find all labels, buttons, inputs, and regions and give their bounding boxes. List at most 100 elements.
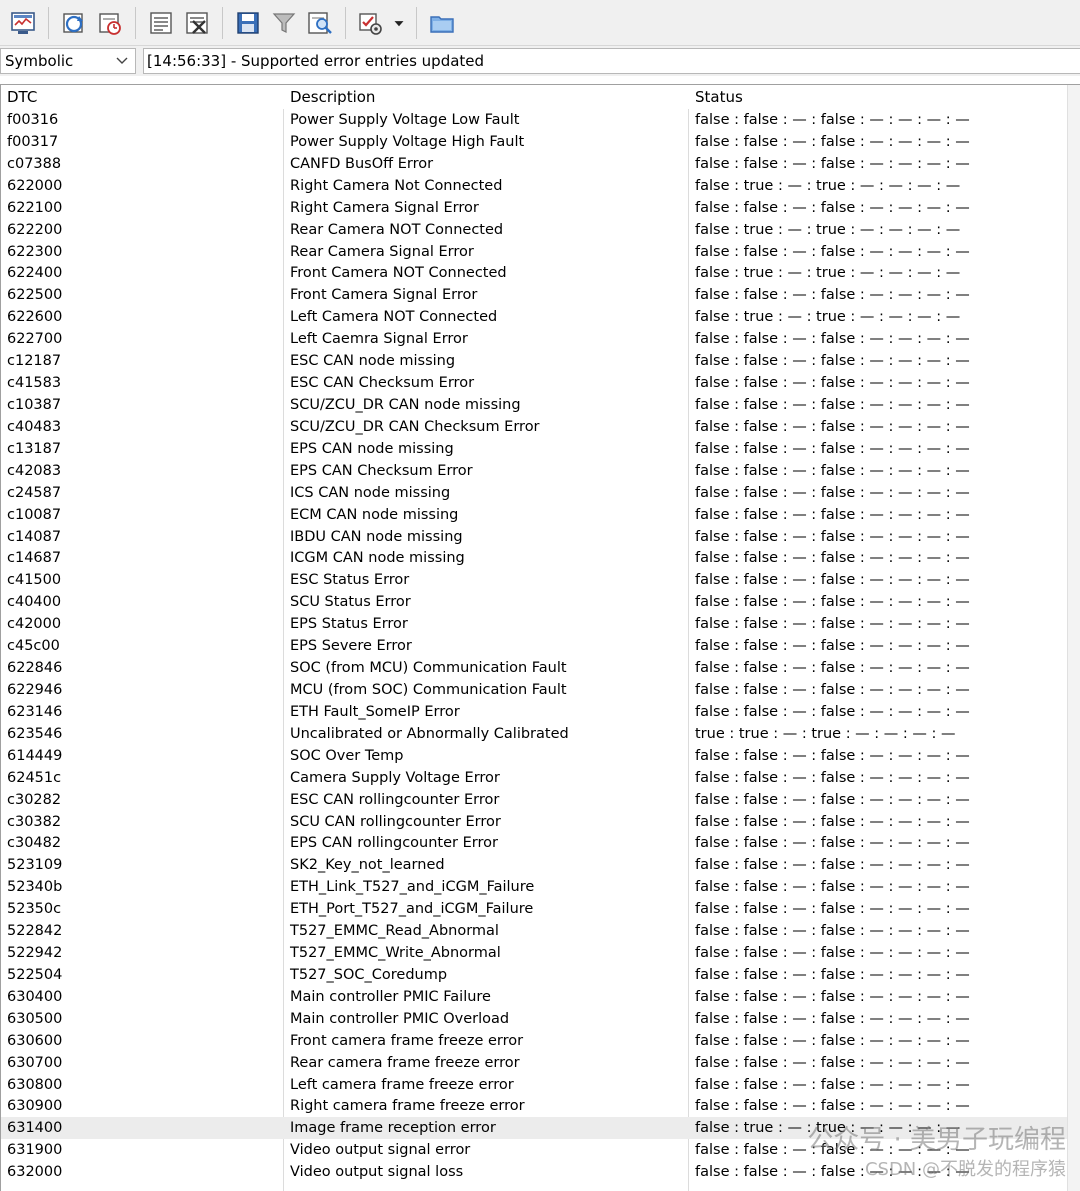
status-cell: false : false : — : false : — : — : — : …: [695, 988, 970, 1005]
description-cell: Right Camera Not Connected: [290, 177, 503, 194]
table-row[interactable]: 622500 Front Camera Signal Error false : f…: [1, 284, 1067, 306]
table-row[interactable]: 522942 T527_EMMC_Write_Abnormal false : fa…: [1, 942, 1067, 964]
table-row[interactable]: c24587 ICS CAN node missing false : false …: [1, 482, 1067, 504]
dtc-cell: c07388: [7, 155, 62, 172]
open-folder-icon[interactable]: [425, 6, 459, 40]
dtc-table: DTC Description Status f00316 Power Suppl…: [0, 84, 1080, 1191]
dtc-cell: 631400: [7, 1120, 63, 1137]
status-cell: false : false : — : false : — : — : — : …: [695, 375, 970, 392]
table-row[interactable]: 614449 SOC Over Temp false : false : — : f…: [1, 745, 1067, 767]
dtc-cell: 630400: [7, 988, 63, 1005]
table-row[interactable]: 630600 Front camera frame freeze error fal…: [1, 1030, 1067, 1052]
table-row[interactable]: 630700 Rear camera frame freeze error fals…: [1, 1052, 1067, 1074]
status-cell: false : false : — : false : — : — : — : …: [695, 112, 970, 128]
table-row[interactable]: c10387 SCU/ZCU_DR CAN node missing false :…: [1, 394, 1067, 416]
table-row[interactable]: 631900 Video output signal error false : …: [1, 1139, 1067, 1161]
table-row[interactable]: 630500 Main controller PMIC Overload false…: [1, 1008, 1067, 1030]
view-mode-value: Symbolic: [5, 52, 74, 70]
dtc-cell: c14087: [7, 528, 62, 545]
table-row[interactable]: 622846 SOC (from MCU) Communication Fault…: [1, 657, 1067, 679]
dtc-cell: 622100: [7, 199, 63, 216]
table-row[interactable]: c30282 ESC CAN rollingcounter Error false …: [1, 789, 1067, 811]
chevron-down-icon: [115, 49, 129, 73]
table-row[interactable]: 522842 T527_EMMC_Read_Abnormal false : fal…: [1, 920, 1067, 942]
column-header-description[interactable]: Description: [284, 85, 688, 109]
table-row[interactable]: c13187 EPS CAN node missing false : false …: [1, 438, 1067, 460]
table-row[interactable]: c07388 CANFD BusOff Error false : false : …: [1, 153, 1067, 175]
document-list-icon[interactable]: [144, 6, 178, 40]
table-row[interactable]: 630800 Left camera frame freeze error fals…: [1, 1074, 1067, 1096]
table-row[interactable]: f00317 Power Supply Voltage High Fault fal…: [1, 131, 1067, 153]
table-row[interactable]: c41500 ESC Status Error false : false : — …: [1, 569, 1067, 591]
clear-document-icon[interactable]: [180, 6, 214, 40]
table-row[interactable]: 52340b ETH_Link_T527_and_iCGM_Failure fals…: [1, 876, 1067, 898]
dtc-cell: c42000: [7, 616, 62, 633]
table-row[interactable]: 523109 SK2_Key_not_learned false : false :…: [1, 854, 1067, 876]
table-row[interactable]: 622000 Right Camera Not Connected false : …: [1, 175, 1067, 197]
status-cell: false : true : — : true : — : — : — : —: [695, 309, 961, 326]
status-cell: false : false : — : false : — : — : — : …: [695, 791, 970, 808]
table-row[interactable]: 622300 Rear Camera Signal Error false : fa…: [1, 241, 1067, 263]
column-header-dtc[interactable]: DTC: [1, 85, 283, 109]
monitor-window-icon[interactable]: [6, 6, 40, 40]
table-row[interactable]: f00316 Power Supply Voltage Low Fault fals…: [1, 109, 1067, 131]
refresh-list-icon[interactable]: [57, 6, 91, 40]
dropdown-arrow-icon[interactable]: [390, 6, 408, 40]
description-cell: Power Supply Voltage High Fault: [290, 133, 525, 150]
dtc-cell: c24587: [7, 484, 62, 501]
table-row[interactable]: 522504 T527_SOC_Coredump false : false : —…: [1, 964, 1067, 986]
table-row[interactable]: 632000 Video output signal loss false : fa…: [1, 1161, 1067, 1183]
table-row[interactable]: c42000 EPS Status Error false : false : — …: [1, 613, 1067, 635]
table-row[interactable]: c41583 ESC CAN Checksum Error false : fals…: [1, 372, 1067, 394]
view-mode-select[interactable]: Symbolic: [0, 48, 136, 74]
status-cell: false : false : — : false : — : — : — : …: [695, 287, 970, 304]
table-row[interactable]: c30482 EPS CAN rollingcounter Error false …: [1, 832, 1067, 854]
table-row[interactable]: c14687 ICGM CAN node missing false : false…: [1, 547, 1067, 569]
dtc-cell: 630700: [7, 1054, 63, 1071]
vertical-scrollbar[interactable]: [1067, 85, 1080, 1191]
table-row[interactable]: c42083 EPS CAN Checksum Error false : fals…: [1, 460, 1067, 482]
table-row[interactable]: 630400 Main controller PMIC Failure false …: [1, 986, 1067, 1008]
status-cell: false : false : — : false : — : — : — : …: [695, 506, 970, 523]
table-row[interactable]: 622400 Front Camera NOT Connected false : …: [1, 262, 1067, 284]
description-cell: ETH Fault_SomeIP Error: [290, 703, 460, 720]
status-cell: false : false : — : false : — : — : — : …: [695, 199, 970, 216]
table-row[interactable]: 622600 Left Camera NOT Connected false : t…: [1, 306, 1067, 328]
toolbar-separator: [416, 6, 417, 39]
table-row[interactable]: 623546 Uncalibrated or Abnormally Calibra…: [1, 723, 1067, 745]
dtc-cell: 622700: [7, 331, 63, 348]
table-row[interactable]: c40400 SCU Status Error false : false : — …: [1, 591, 1067, 613]
table-row[interactable]: c30382 SCU CAN rollingcounter Error false …: [1, 811, 1067, 833]
filter-icon[interactable]: [267, 6, 301, 40]
table-row[interactable]: c12187 ESC CAN node missing false : false …: [1, 350, 1067, 372]
table-row[interactable]: 622200 Rear Camera NOT Connected false : t…: [1, 219, 1067, 241]
table-row[interactable]: c10087 ECM CAN node missing false : false …: [1, 504, 1067, 526]
status-cell: false : false : — : false : — : — : — : …: [695, 681, 970, 698]
description-cell: IBDU CAN node missing: [290, 528, 463, 545]
description-cell: Front camera frame freeze error: [290, 1032, 524, 1049]
table-row[interactable]: 52350c ETH_Port_T527_and_iCGM_Failure fals…: [1, 898, 1067, 920]
find-in-list-icon[interactable]: [303, 6, 337, 40]
table-row[interactable]: 623146 ETH Fault_SomeIP Error false : fals…: [1, 701, 1067, 723]
status-cell: false : false : — : false : — : — : — : …: [695, 1098, 970, 1115]
table-row[interactable]: c14087 IBDU CAN node missing false : false…: [1, 526, 1067, 548]
save-disk-icon[interactable]: [231, 6, 265, 40]
table-row[interactable]: 630900 Right camera frame freeze error fal…: [1, 1095, 1067, 1117]
description-cell: Left camera frame freeze error: [290, 1076, 514, 1093]
table-row[interactable]: 622100 Right Camera Signal Error false : f…: [1, 197, 1067, 219]
description-cell: ESC CAN node missing: [290, 353, 456, 370]
dtc-cell: c30382: [7, 813, 62, 830]
refresh-clock-icon[interactable]: [93, 6, 127, 40]
table-row[interactable]: 631400 Image frame reception error false :…: [1, 1117, 1067, 1140]
table-row[interactable]: c40483 SCU/ZCU_DR CAN Checksum Error false…: [1, 416, 1067, 438]
table-row[interactable]: 622700 Left Caemra Signal Error false : fa…: [1, 328, 1067, 350]
column-header-status[interactable]: Status: [689, 85, 1067, 109]
table-row[interactable]: 62451c Camera Supply Voltage Error false :…: [1, 767, 1067, 789]
table-row[interactable]: 622946 MCU (from SOC) Communication Fault…: [1, 679, 1067, 701]
status-cell: false : false : — : false : — : — : — : …: [695, 484, 970, 501]
checklist-settings-icon[interactable]: [354, 6, 388, 40]
table-row[interactable]: c45c00 EPS Severe Error false : false : — …: [1, 635, 1067, 657]
dtc-cell: f00317: [7, 133, 59, 150]
dtc-cell: 614449: [7, 747, 63, 764]
description-cell: ICS CAN node missing: [290, 484, 451, 501]
